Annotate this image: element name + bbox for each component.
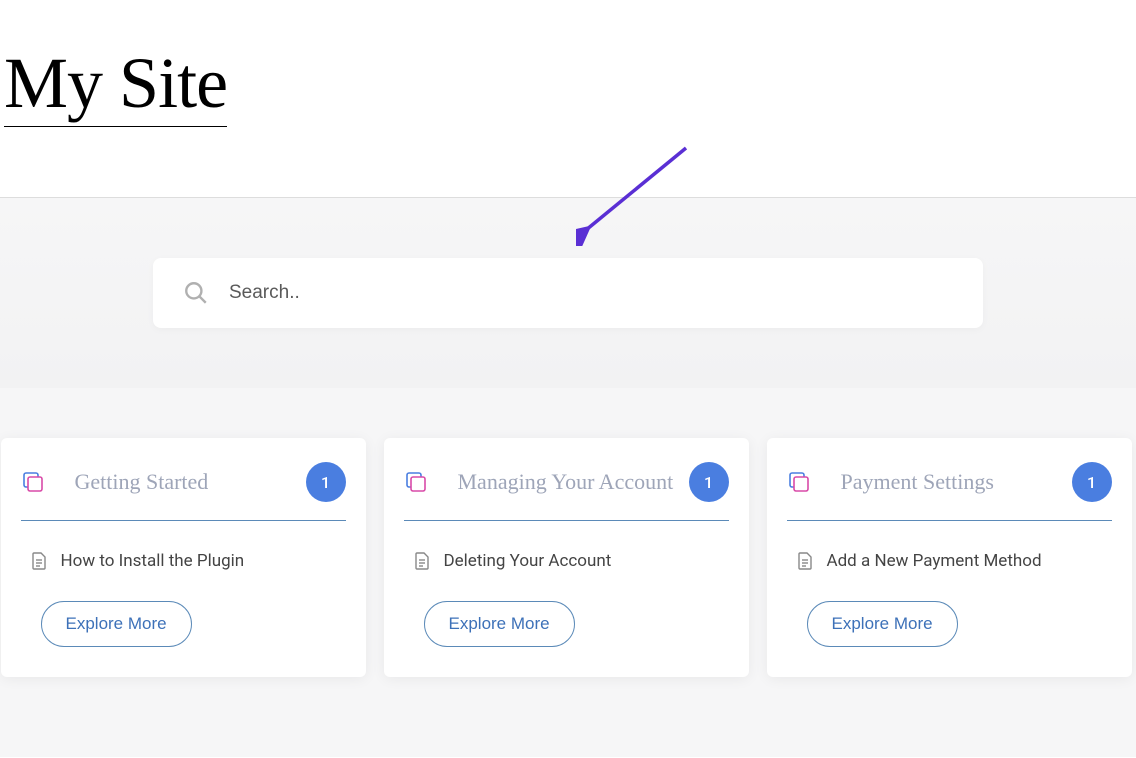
document-icon [414,552,430,570]
search-box[interactable] [153,258,983,328]
count-badge: 1 [689,462,729,502]
category-icon [787,470,811,494]
category-icon [21,470,45,494]
count-badge: 1 [1072,462,1112,502]
article-link[interactable]: Deleting Your Account [404,551,729,571]
cards-section: Getting Started 1 How to Install the Plu… [0,388,1136,757]
document-icon [797,552,813,570]
card-managing-account: Managing Your Account 1 Deleting Your Ac… [384,438,749,677]
article-title: Add a New Payment Method [827,551,1042,571]
card-getting-started: Getting Started 1 How to Install the Plu… [1,438,366,677]
explore-more-button[interactable]: Explore More [424,601,575,647]
search-input[interactable] [229,282,953,304]
card-header: Payment Settings 1 [787,462,1112,521]
header: My Site [0,0,1136,197]
card-title: Payment Settings [841,469,1072,495]
card-header: Getting Started 1 [21,462,346,521]
card-header: Managing Your Account 1 [404,462,729,521]
search-icon [183,280,209,306]
article-link[interactable]: How to Install the Plugin [21,551,346,571]
explore-more-button[interactable]: Explore More [807,601,958,647]
article-link[interactable]: Add a New Payment Method [787,551,1112,571]
article-title: Deleting Your Account [444,551,612,571]
count-badge: 1 [306,462,346,502]
explore-more-button[interactable]: Explore More [41,601,192,647]
article-title: How to Install the Plugin [61,551,245,571]
card-payment-settings: Payment Settings 1 Add a New Payment Met… [767,438,1132,677]
card-title: Managing Your Account [458,469,689,495]
document-icon [31,552,47,570]
site-title[interactable]: My Site [4,0,227,127]
search-section [0,198,1136,388]
category-icon [404,470,428,494]
card-title: Getting Started [75,469,306,495]
